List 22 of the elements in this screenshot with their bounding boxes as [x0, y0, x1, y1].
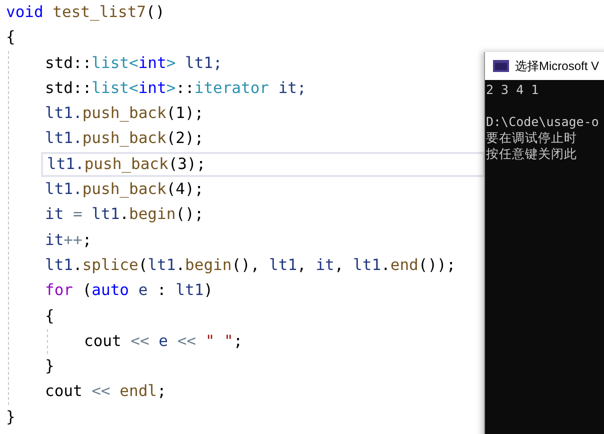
code-line: lt1.push_back(4); [44, 179, 204, 200]
console-line: 要在调试停止时 [485, 130, 578, 146]
code-line: lt1.splice(lt1.begin(), lt1, it, lt1.end()); [44, 254, 456, 276]
code-line: } [5, 406, 16, 428]
code-line: void test_list7() [5, 2, 165, 23]
console-icon [493, 60, 509, 72]
console-line: D:\Code\usage-o [485, 114, 600, 130]
code-line: std::list<int> lt1; [44, 52, 222, 74]
code-line: for (auto e : lt1) [44, 280, 214, 302]
code-line: lt1.push_back(2); [44, 128, 204, 150]
code-line: { [5, 27, 16, 48]
code-line: std::list<int>::iterator it; [44, 78, 306, 99]
code-line: } [44, 356, 54, 378]
code-line: it = lt1.begin(); [44, 204, 204, 226]
code-line: cout << e << " "; [83, 330, 243, 352]
code-line: lt1.push_back(1); [44, 103, 204, 124]
console-line: 2 3 4 1 [485, 82, 540, 98]
code-line: cout << endl; [44, 381, 166, 402]
code-line: it++; [44, 230, 92, 251]
console-line: 按任意键关闭此 [485, 146, 578, 162]
code-line: { [44, 306, 54, 327]
window-title: 选择Microsoft V [515, 58, 600, 74]
